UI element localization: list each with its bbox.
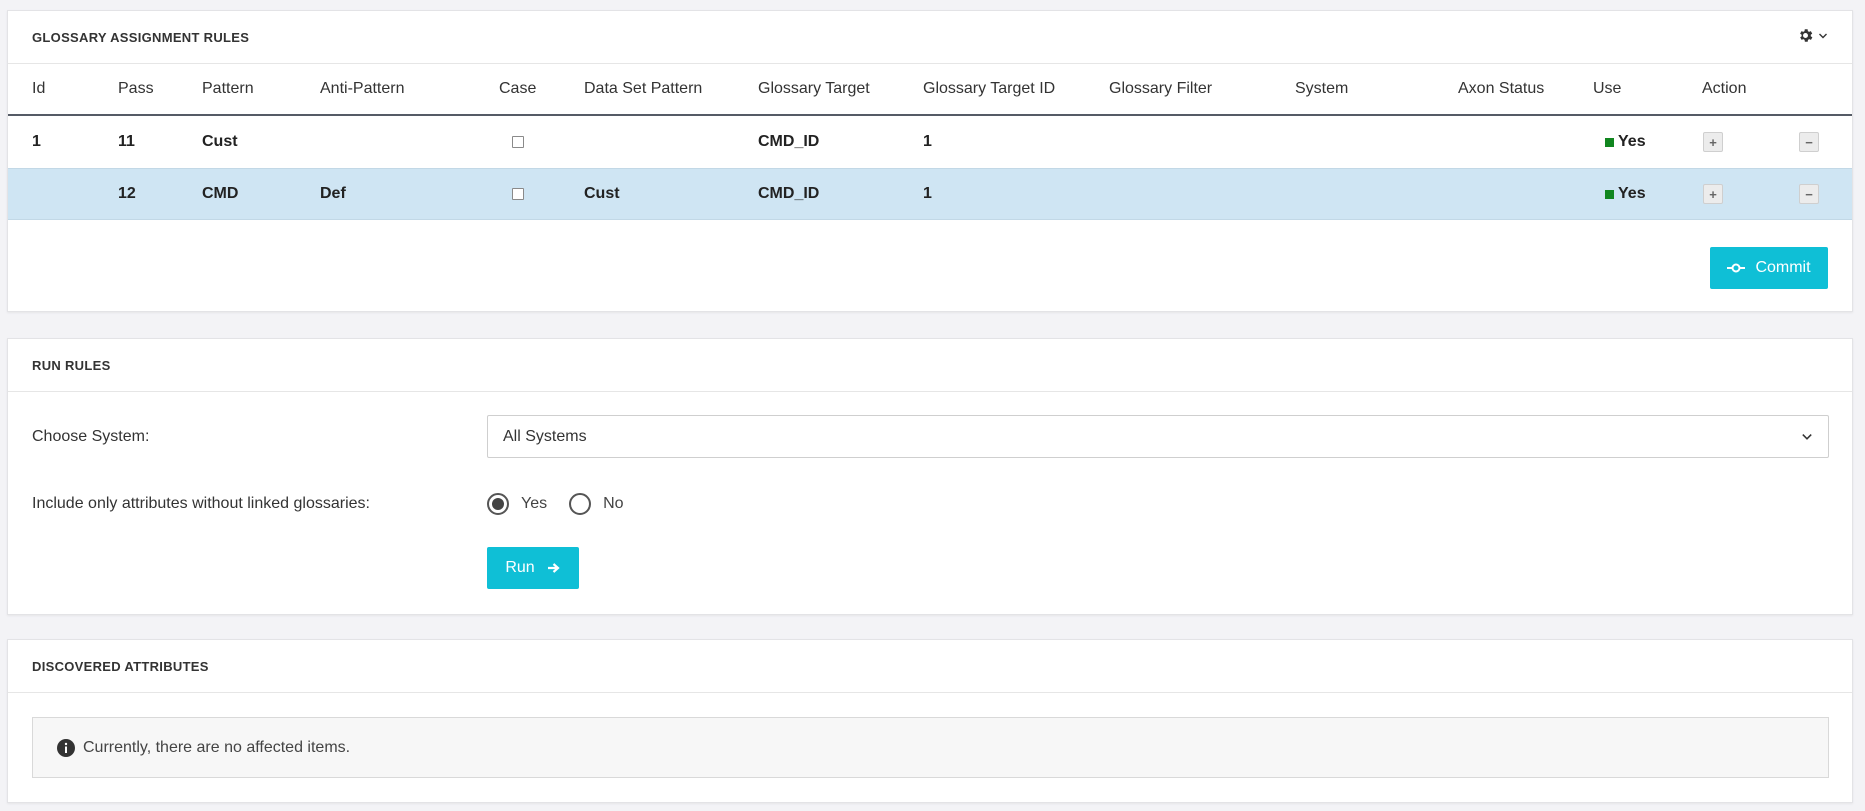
panel-title: DISCOVERED ATTRIBUTES [32,658,209,674]
action-cell: − [1799,116,1819,168]
add-rule-button[interactable]: + [1703,132,1723,152]
use-value: Yes [1618,133,1646,150]
rules-table: Id Pass Pattern Anti-Pattern Case Data S… [8,64,1852,220]
cell-use: Yes [1605,116,1646,168]
run-button[interactable]: Run [487,547,579,589]
radio-yes[interactable] [487,493,509,515]
column-header: Pattern [202,80,254,97]
cell-pass: 12 [118,185,136,202]
system-select-value: All Systems [503,427,587,445]
panel-header: RUN RULES [8,339,1852,392]
commit-icon [1727,263,1746,273]
column-header: Glossary Target ID [923,80,1056,97]
run-label: Run [505,559,535,576]
panel-title: RUN RULES [32,357,111,373]
info-icon [57,738,75,757]
include-only-label: Include only attributes without linked g… [32,495,370,512]
case-checkbox[interactable] [512,188,524,200]
include-radio-group: Yes No [487,493,624,515]
use-value: Yes [1618,185,1646,202]
panel-header: GLOSSARY ASSIGNMENT RULES [8,11,1852,64]
radio-yes-label: Yes [521,495,548,512]
status-indicator [1605,137,1614,147]
column-header: System [1295,80,1349,97]
remove-rule-button[interactable]: − [1799,132,1819,152]
glossary-assignment-rules-panel: GLOSSARY ASSIGNMENT RULES Id Pass Patter… [7,10,1853,312]
panel-header: DISCOVERED ATTRIBUTES [8,640,1852,693]
column-header: Case [499,80,537,97]
chevron-down-icon [1819,33,1827,38]
system-select[interactable]: All Systems [487,415,1829,458]
case-checkbox[interactable] [512,136,524,148]
case-checkbox-cell [512,169,524,219]
column-header: Pass [118,80,154,97]
action-cell: − [1799,169,1819,219]
gear-icon [1800,29,1813,42]
column-header: Anti-Pattern [320,80,405,97]
empty-notice: Currently, there are no affected items. [32,717,1829,778]
column-header: Axon Status [1458,80,1545,97]
cell-use: Yes [1605,169,1646,219]
panel-title: GLOSSARY ASSIGNMENT RULES [32,29,250,45]
chevron-down-icon [1802,433,1812,440]
commit-label: Commit [1755,259,1811,276]
commit-button[interactable]: Commit [1710,247,1828,289]
arrow-right-icon [547,563,560,573]
cell-pattern: Cust [202,133,238,150]
status-indicator [1605,189,1614,199]
column-header: Use [1593,80,1622,97]
cell-glossary-target-id: 1 [923,133,932,150]
radio-no[interactable] [569,493,592,515]
action-cell: + [1703,116,1723,168]
run-rules-panel: RUN RULES Choose System: All Systems Inc… [7,338,1853,615]
cell-glossary-target-id: 1 [923,185,932,202]
table-row[interactable]: 12 CMD Def Cust CMD_ID 1 Yes + − [8,168,1852,220]
cell-glossary-target: CMD_ID [758,185,820,202]
remove-rule-button[interactable]: − [1799,184,1819,204]
radio-no-label: No [603,495,624,512]
column-header: Glossary Target [758,80,870,97]
action-cell: + [1703,169,1723,219]
settings-menu-button[interactable] [1797,27,1828,44]
cell-data-set-pattern: Cust [584,185,620,202]
column-header: Data Set Pattern [584,80,703,97]
choose-system-label: Choose System: [32,428,150,445]
cell-anti-pattern: Def [320,185,346,202]
column-header: Action [1702,80,1747,97]
column-header: Id [32,80,46,97]
table-row[interactable]: 1 11 Cust CMD_ID 1 Yes + − [8,116,1852,168]
cell-pattern: CMD [202,185,239,202]
case-checkbox-cell [512,116,524,168]
notice-text: Currently, there are no affected items. [83,738,351,756]
column-header: Glossary Filter [1109,80,1213,97]
cell-pass: 11 [118,133,135,150]
cell-glossary-target: CMD_ID [758,133,820,150]
table-header: Id Pass Pattern Anti-Pattern Case Data S… [8,64,1852,116]
discovered-attributes-panel: DISCOVERED ATTRIBUTES Currently, there a… [7,639,1853,803]
cell-id: 1 [32,133,41,150]
add-rule-button[interactable]: + [1703,184,1723,204]
radio-selected-dot [492,498,504,510]
